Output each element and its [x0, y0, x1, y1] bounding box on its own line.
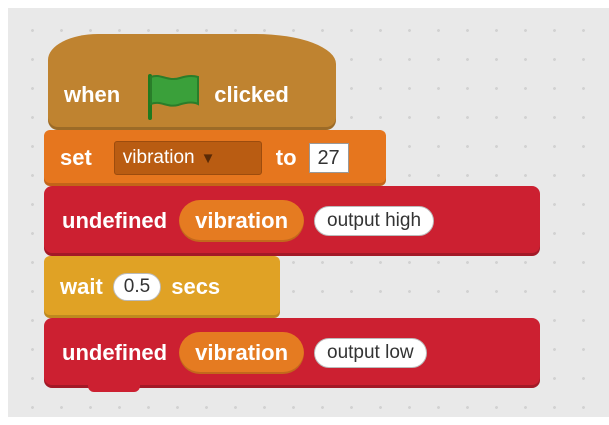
- vibration-reporter[interactable]: vibration: [179, 200, 305, 242]
- wait-block[interactable]: wait 0.5 secs: [44, 256, 280, 318]
- secs-label: secs: [171, 274, 221, 299]
- block-bottom-notch: [88, 384, 140, 392]
- state-input[interactable]: output high: [314, 206, 435, 236]
- when-label: when: [64, 82, 121, 107]
- block-label: undefined: [62, 340, 168, 365]
- wait-seconds-input[interactable]: 0.5: [112, 273, 162, 301]
- set-label: set: [60, 145, 92, 170]
- state-input[interactable]: output low: [314, 338, 427, 368]
- set-value-input[interactable]: 27: [308, 143, 349, 173]
- variable-dropdown-value: vibration: [122, 147, 195, 168]
- clicked-label: clicked: [214, 82, 289, 107]
- wait-label: wait: [60, 274, 103, 299]
- vibration-reporter[interactable]: vibration: [179, 332, 305, 374]
- set-variable-block[interactable]: set vibration ▼ to 27: [44, 130, 386, 186]
- when-flag-clicked-block[interactable]: when clicked: [48, 34, 336, 130]
- green-flag-icon: [148, 74, 200, 120]
- dropdown-arrow-icon: ▼: [200, 149, 216, 167]
- output-high-block[interactable]: undefined vibration output high: [44, 186, 540, 256]
- to-label: to: [275, 145, 297, 170]
- block-label: undefined: [62, 208, 168, 233]
- variable-dropdown[interactable]: vibration ▼: [113, 141, 262, 175]
- output-low-block[interactable]: undefined vibration output low: [44, 318, 540, 388]
